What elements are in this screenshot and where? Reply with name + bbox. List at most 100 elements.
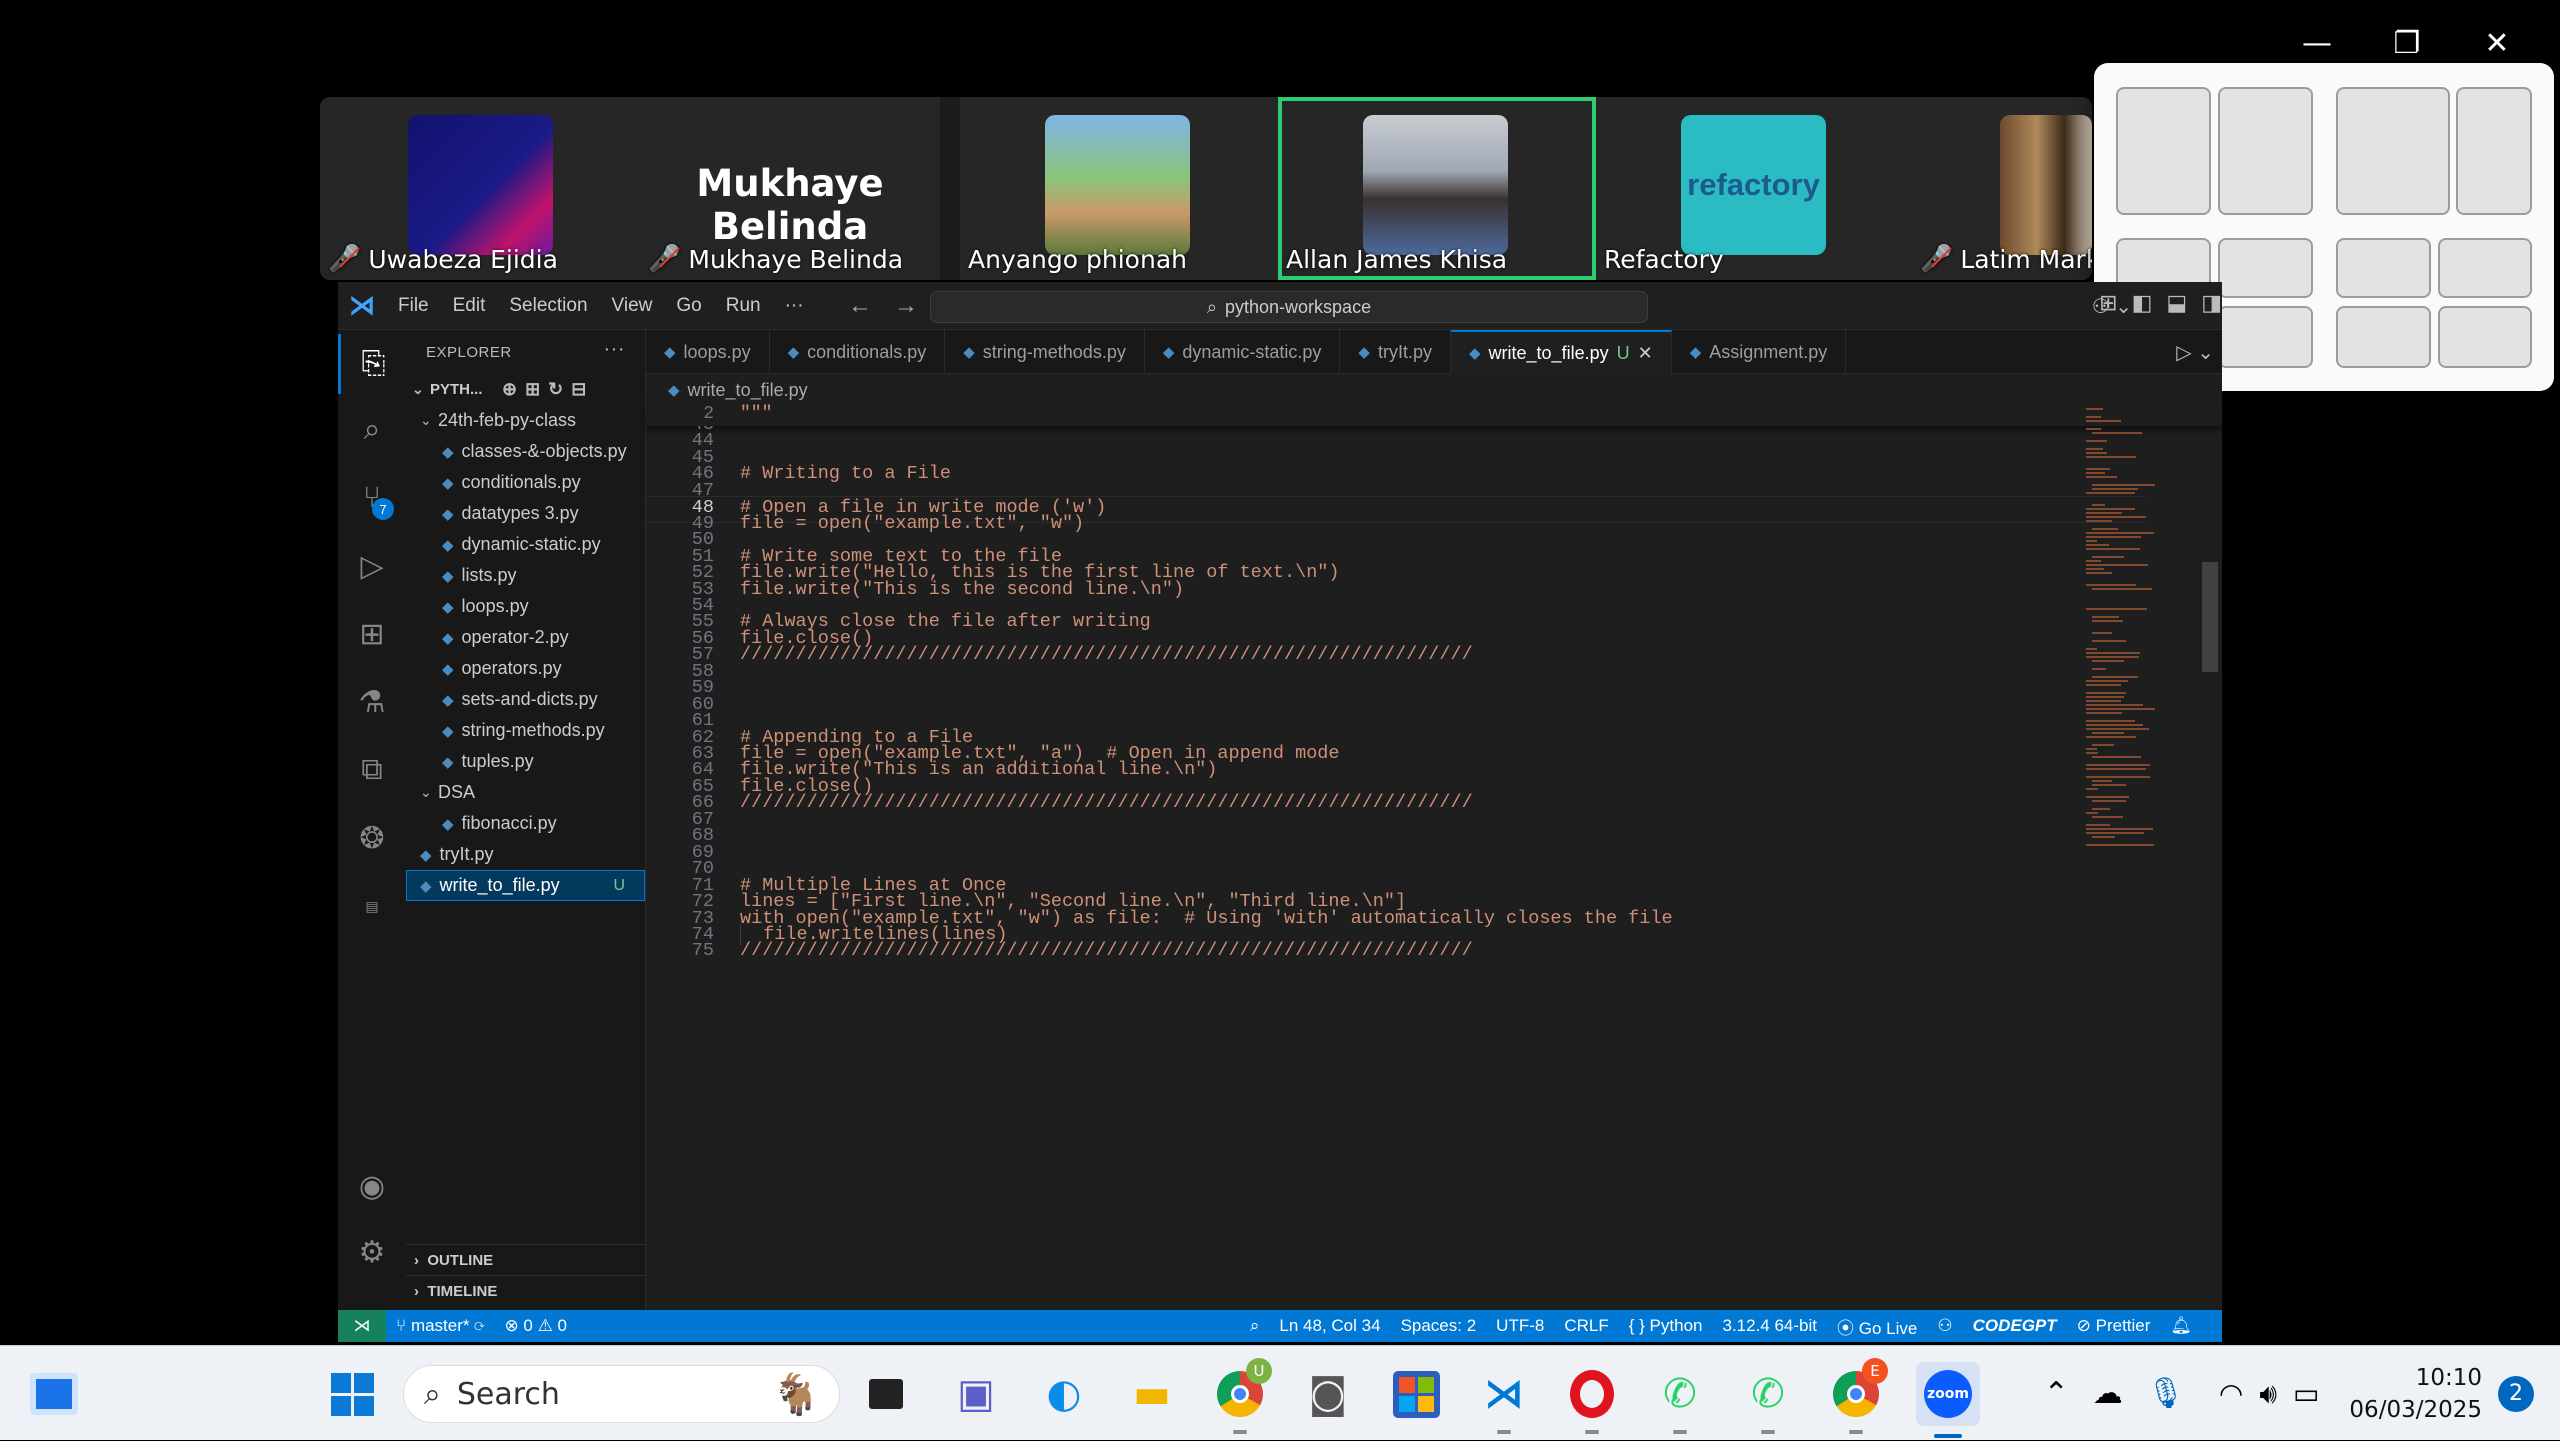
- editor-tab[interactable]: ◆ Assignment.py: [1672, 330, 1847, 374]
- snap-zone[interactable]: [2218, 306, 2313, 368]
- participant-tile[interactable]: refactory Refactory: [1596, 97, 1912, 280]
- show-hidden-icons-chevron-icon[interactable]: ⌃: [2044, 1376, 2069, 1411]
- microsoft-store-icon[interactable]: [1388, 1366, 1444, 1422]
- editor-tab[interactable]: ◆ loops.py: [646, 330, 770, 374]
- zoom-app-icon[interactable]: zoom: [1916, 1362, 1980, 1438]
- camera-icon[interactable]: ◙: [1300, 1366, 1356, 1422]
- notifications-bell-icon[interactable]: 🔔︎: [2160, 1316, 2202, 1336]
- opera-icon[interactable]: [1564, 1366, 1620, 1434]
- tree-file[interactable]: ◆ dynamic-static.py: [406, 529, 645, 560]
- editor-tab[interactable]: ◆ tryIt.py: [1340, 330, 1451, 374]
- tree-file[interactable]: ◆ sets-and-dicts.py: [406, 684, 645, 715]
- testing-icon[interactable]: ⚗: [338, 672, 406, 732]
- whatsapp-icon[interactable]: ✆: [1652, 1366, 1708, 1434]
- snap-zone[interactable]: [2116, 87, 2211, 215]
- indentation[interactable]: Spaces: 2: [1391, 1316, 1487, 1336]
- menu-view[interactable]: View: [600, 295, 665, 317]
- editor-tab[interactable]: ◆ conditionals.py: [770, 330, 946, 374]
- battery-charging-icon[interactable]: ▭: [2293, 1377, 2319, 1410]
- tree-file[interactable]: ◆ tryIt.py: [406, 839, 645, 870]
- tree-file[interactable]: ◆ datatypes 3.py: [406, 498, 645, 529]
- timeline-section[interactable]: › TIMELINE: [406, 1275, 646, 1306]
- menu-edit[interactable]: Edit: [441, 295, 498, 317]
- run-file-icon[interactable]: ▷ ⌄: [2176, 340, 2214, 365]
- encoding[interactable]: UTF-8: [1486, 1316, 1554, 1336]
- remote-indicator-icon[interactable]: ⋊: [338, 1310, 386, 1342]
- cursor-position[interactable]: Ln 48, Col 34: [1269, 1316, 1390, 1336]
- snap-zone[interactable]: [2438, 238, 2532, 298]
- close-button[interactable]: ✕: [2452, 20, 2542, 66]
- tree-file[interactable]: ◆ operator-2.py: [406, 622, 645, 653]
- run-debug-icon[interactable]: ▷: [338, 536, 406, 596]
- accounts-icon[interactable]: ◉: [338, 1156, 406, 1216]
- taskbar-search[interactable]: ⌕ Search 🐐: [403, 1365, 840, 1423]
- minimize-button[interactable]: —: [2272, 20, 2362, 66]
- volume-icon[interactable]: 🔊︎: [2259, 1377, 2277, 1411]
- settings-gear-icon[interactable]: ⚙: [338, 1222, 406, 1282]
- snap-zone[interactable]: [2336, 87, 2450, 215]
- whatsapp-business-icon[interactable]: ✆: [1740, 1366, 1796, 1434]
- editor-scrollbar[interactable]: [2202, 562, 2218, 672]
- microphone-icon[interactable]: 🎙︎: [2147, 1376, 2185, 1411]
- tree-file[interactable]: ◆ tuples.py: [406, 746, 645, 777]
- tree-file[interactable]: ◆ loops.py: [406, 591, 645, 622]
- file-explorer-icon[interactable]: ▬: [1124, 1366, 1180, 1422]
- notification-center-badge[interactable]: 2: [2498, 1375, 2534, 1412]
- toggle-sidebar-icon[interactable]: ◧: [2132, 290, 2153, 316]
- menu-more[interactable]: ···: [773, 295, 816, 317]
- edge-icon[interactable]: ◐: [1036, 1366, 1092, 1422]
- tree-file[interactable]: ◆ operators.py: [406, 653, 645, 684]
- copilot-chat-icon[interactable]: ❂: [338, 808, 406, 868]
- go-live[interactable]: ⦿ Go Live: [1827, 1314, 1927, 1339]
- branch-status[interactable]: ⑂ master* ⟳: [386, 1316, 494, 1336]
- snap-zone[interactable]: [2438, 306, 2532, 368]
- toggle-secondary-sidebar-icon[interactable]: ◨: [2201, 290, 2222, 316]
- codegpt-status[interactable]: CODEGPT: [1963, 1316, 2067, 1336]
- vscode-taskbar-icon[interactable]: ⋊: [1476, 1366, 1532, 1434]
- search-icon[interactable]: ⌕: [338, 400, 406, 460]
- chrome-icon[interactable]: U: [1212, 1358, 1272, 1434]
- python-interpreter[interactable]: 3.12.4 64-bit: [1712, 1316, 1827, 1336]
- project-root[interactable]: ⌄ PYTH... ⊕⊞↻⊟: [406, 374, 645, 405]
- zoom-icon[interactable]: ⌕: [1240, 1316, 1270, 1336]
- toggle-panel-icon[interactable]: ⬓: [2166, 290, 2187, 316]
- tree-file[interactable]: ◆ write_to_file.py U: [406, 870, 645, 901]
- participant-tile-active-speaker[interactable]: Allan James Khisa: [1278, 97, 1596, 280]
- command-center-search[interactable]: ⌕ python-workspace: [930, 291, 1648, 323]
- teams-chat-icon[interactable]: ▣: [948, 1366, 1004, 1422]
- chrome-profile-icon[interactable]: E: [1828, 1358, 1888, 1434]
- participant-tile[interactable]: 🎤̸ Latim Mark: [1912, 97, 2092, 280]
- menu-file[interactable]: File: [386, 295, 441, 317]
- menu-selection[interactable]: Selection: [497, 295, 599, 317]
- start-button-icon[interactable]: [324, 1366, 380, 1422]
- copilot-status-icon[interactable]: ⚇: [1927, 1316, 1962, 1336]
- sticky-scroll[interactable]: 2 """: [646, 404, 2222, 426]
- snap-zone[interactable]: [2456, 87, 2532, 215]
- participant-tile[interactable]: Anyango phionah: [960, 97, 1280, 280]
- tree-file[interactable]: ◆ lists.py: [406, 560, 645, 591]
- prettier-status[interactable]: ⊘ Prettier: [2067, 1316, 2161, 1336]
- back-arrow-icon[interactable]: ←: [848, 292, 872, 319]
- code-editor[interactable]: 43444546# Writing to a File4748# Open a …: [646, 426, 2146, 1280]
- tree-file[interactable]: ◆ classes-&-objects.py: [406, 436, 645, 467]
- forward-arrow-icon[interactable]: →: [894, 292, 918, 319]
- problems-status[interactable]: ⊗ 0 ⚠ 0: [494, 1316, 577, 1336]
- outline-section[interactable]: › OUTLINE: [406, 1244, 646, 1275]
- more-actions-icon[interactable]: ···: [604, 338, 625, 361]
- tree-file[interactable]: ◆ fibonacci.py: [406, 808, 645, 839]
- explorer-actions[interactable]: ⊕⊞↻⊟: [502, 379, 594, 400]
- task-view-icon[interactable]: [858, 1366, 914, 1422]
- onedrive-cloud-icon[interactable]: ☁: [2093, 1376, 2123, 1411]
- clock[interactable]: 10:10 06/03/2025: [2349, 1362, 2482, 1426]
- editor-tab[interactable]: ◆ dynamic-static.py: [1145, 330, 1341, 374]
- tab-close-icon[interactable]: ✕: [1638, 343, 1653, 364]
- tree-file[interactable]: ◆ conditionals.py: [406, 467, 645, 498]
- snap-zone[interactable]: [2218, 87, 2313, 215]
- editor-tab[interactable]: ◆ string-methods.py: [945, 330, 1145, 374]
- customize-layout-icon[interactable]: ⊞: [2099, 290, 2117, 316]
- tree-folder[interactable]: ⌄ 24th-feb-py-class: [406, 405, 645, 436]
- extensions-icon[interactable]: ⊞: [338, 604, 406, 664]
- restore-button[interactable]: ❐: [2362, 20, 2452, 66]
- code-line[interactable]: 75 //////////////////////////////////////…: [646, 940, 2146, 967]
- explorer-icon[interactable]: ⎘: [338, 334, 406, 394]
